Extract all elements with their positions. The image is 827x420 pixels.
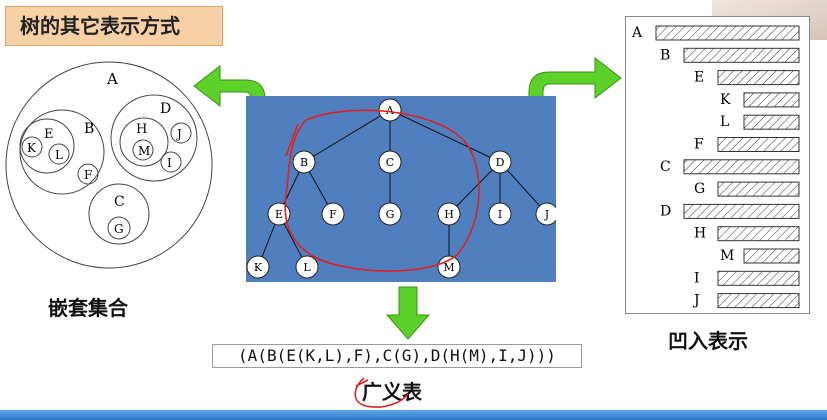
svg-text:A: A <box>385 104 395 117</box>
svg-text:J: J <box>544 208 549 221</box>
indent-row-m: M <box>720 248 800 264</box>
svg-text:D: D <box>496 156 505 169</box>
indent-row-e: E <box>694 70 800 86</box>
svg-text:A: A <box>631 25 643 41</box>
tree-node-c: C <box>378 150 402 174</box>
indent-row-l: L <box>720 114 800 130</box>
indent-row-d: D <box>660 203 800 219</box>
tree-node-d: D <box>488 150 512 174</box>
tree-node-l: L <box>295 255 319 279</box>
nested-label-c: C <box>114 194 125 210</box>
tree-node-i: I <box>488 202 512 226</box>
arrow-to-general-list <box>385 286 431 340</box>
annotation-underline <box>354 377 409 408</box>
svg-text:F: F <box>694 137 704 153</box>
nested-label-f: F <box>84 168 92 182</box>
svg-text:G: G <box>694 181 705 197</box>
nested-label-g: G <box>114 222 124 236</box>
svg-text:H: H <box>444 208 454 221</box>
indent-bars: A B EKLF C G D HM IJ <box>631 25 800 309</box>
svg-text:K: K <box>254 261 263 274</box>
svg-text:K: K <box>720 92 731 108</box>
indent-row-f: F <box>694 137 800 153</box>
nested-label-h: H <box>136 122 147 137</box>
svg-text:H: H <box>694 226 706 242</box>
nested-label-a: A <box>106 70 118 88</box>
tree-node-a: A <box>378 98 402 122</box>
nested-label-l: L <box>55 148 63 162</box>
svg-text:I: I <box>694 270 700 286</box>
nested-label-d: D <box>160 101 171 117</box>
svg-text:B: B <box>300 156 308 169</box>
svg-text:D: D <box>660 203 671 219</box>
nested-label-e: E <box>44 127 54 142</box>
nested-label-m: M <box>138 144 150 158</box>
tree-node-f: F <box>321 202 345 226</box>
tree-node-h: H <box>437 202 461 226</box>
indent-row-c: C <box>660 159 800 175</box>
indent-row-h: H <box>694 226 800 242</box>
indent-row-j: J <box>692 293 800 309</box>
svg-text:E: E <box>275 208 283 221</box>
indent-row-a: A <box>631 25 800 41</box>
nested-set-label: 嵌套集合 <box>48 296 128 320</box>
svg-text:J: J <box>692 293 700 309</box>
tree-node-k: K <box>246 255 270 279</box>
svg-text:C: C <box>386 156 394 169</box>
page-title: 树的其它表示方式 <box>5 6 223 46</box>
indent-row-g: G <box>694 181 800 197</box>
tree-node-g: G <box>378 202 402 226</box>
svg-text:G: G <box>386 208 395 221</box>
bottom-bar <box>0 410 827 420</box>
svg-text:I: I <box>498 208 502 221</box>
nested-label-j: J <box>175 127 182 141</box>
nested-label-i: I <box>167 156 172 170</box>
indent-label: 凹入表示 <box>668 329 748 353</box>
nested-label-b: B <box>84 121 94 137</box>
indent-row-k: K <box>720 92 800 108</box>
svg-text:F: F <box>329 208 337 221</box>
nested-label-k: K <box>27 141 37 155</box>
svg-text:L: L <box>720 114 729 130</box>
tree-node-j: J <box>535 202 556 226</box>
nested-set-diagram: A B E K L F D H M J I C G <box>5 61 213 269</box>
svg-text:M: M <box>720 248 734 264</box>
tree-node-b: B <box>292 150 316 174</box>
svg-text:L: L <box>303 261 311 274</box>
general-list-text: (A(B(E(K,L),F),C(G),D(H(M),I,J))) <box>212 344 582 368</box>
svg-text:E: E <box>694 70 704 86</box>
svg-text:M: M <box>443 261 454 274</box>
indent-row-b: B <box>660 47 800 63</box>
indent-row-i: I <box>694 270 800 286</box>
svg-text:B: B <box>660 47 670 63</box>
svg-text:C: C <box>660 159 671 175</box>
tree-diagram: A B C D E F G H I J K L M <box>246 96 556 282</box>
indent-representation-panel: A B EKLF C G D HM IJ <box>625 16 810 314</box>
